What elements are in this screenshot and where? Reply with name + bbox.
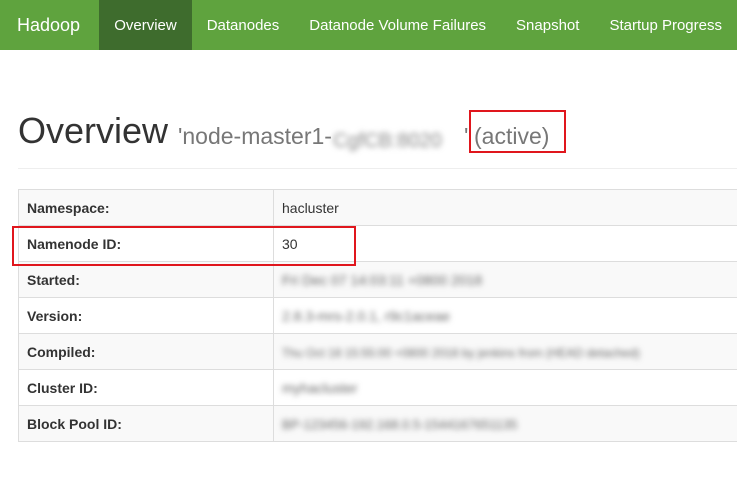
- row-value-redacted: Fri Dec 07 14:03:11 +0800 2018: [273, 261, 737, 298]
- row-value-redacted: BP-123456-192.168.0.5-1544167651135: [273, 405, 737, 442]
- table-row: Started: Fri Dec 07 14:03:11 +0800 2018: [18, 261, 737, 298]
- host-redacted: CgfCB:8020: [332, 129, 442, 152]
- row-key: Namespace:: [18, 189, 274, 226]
- row-key: Compiled:: [18, 333, 274, 370]
- annotation-box-namenode-id: [12, 226, 356, 266]
- annotation-box-state: [469, 110, 566, 153]
- tab-startup-progress[interactable]: Startup Progress: [594, 0, 737, 50]
- row-value-redacted: Thu Oct 18 15:55:00 +0800 2018 by jenkin…: [273, 333, 737, 370]
- table-row: Block Pool ID: BP-123456-192.168.0.5-154…: [18, 405, 737, 442]
- table-row: Version: 2.8.3-mrs-2.0.1, r9c1aceae: [18, 297, 737, 334]
- brand-logo[interactable]: Hadoop: [0, 0, 99, 50]
- row-value: hacluster: [273, 189, 737, 226]
- tab-snapshot[interactable]: Snapshot: [501, 0, 594, 50]
- row-key: Version:: [18, 297, 274, 334]
- tab-datanode-volume-failures[interactable]: Datanode Volume Failures: [294, 0, 501, 50]
- top-navbar: Hadoop Overview Datanodes Datanode Volum…: [0, 0, 737, 50]
- host-prefix: 'node-master1-: [178, 123, 332, 149]
- page-header: Overview 'node-master1- CgfCB:8020 ': [18, 108, 737, 169]
- host-suffix: ': [463, 123, 469, 149]
- table-row: Compiled: Thu Oct 18 15:55:00 +0800 2018…: [18, 333, 737, 370]
- row-value-redacted: myhacluster: [273, 369, 737, 406]
- row-key: Cluster ID:: [18, 369, 274, 406]
- row-key: Block Pool ID:: [18, 405, 274, 442]
- table-row: Namespace: hacluster: [18, 189, 737, 226]
- table-row: Cluster ID: myhacluster: [18, 369, 737, 406]
- tab-datanodes[interactable]: Datanodes: [192, 0, 295, 50]
- row-key: Started:: [18, 261, 274, 298]
- host-address: 'node-master1- CgfCB:8020 ': [178, 123, 469, 152]
- row-value-redacted: 2.8.3-mrs-2.0.1, r9c1aceae: [273, 297, 737, 334]
- tab-overview[interactable]: Overview: [99, 0, 192, 50]
- page-title: Overview: [18, 110, 169, 151]
